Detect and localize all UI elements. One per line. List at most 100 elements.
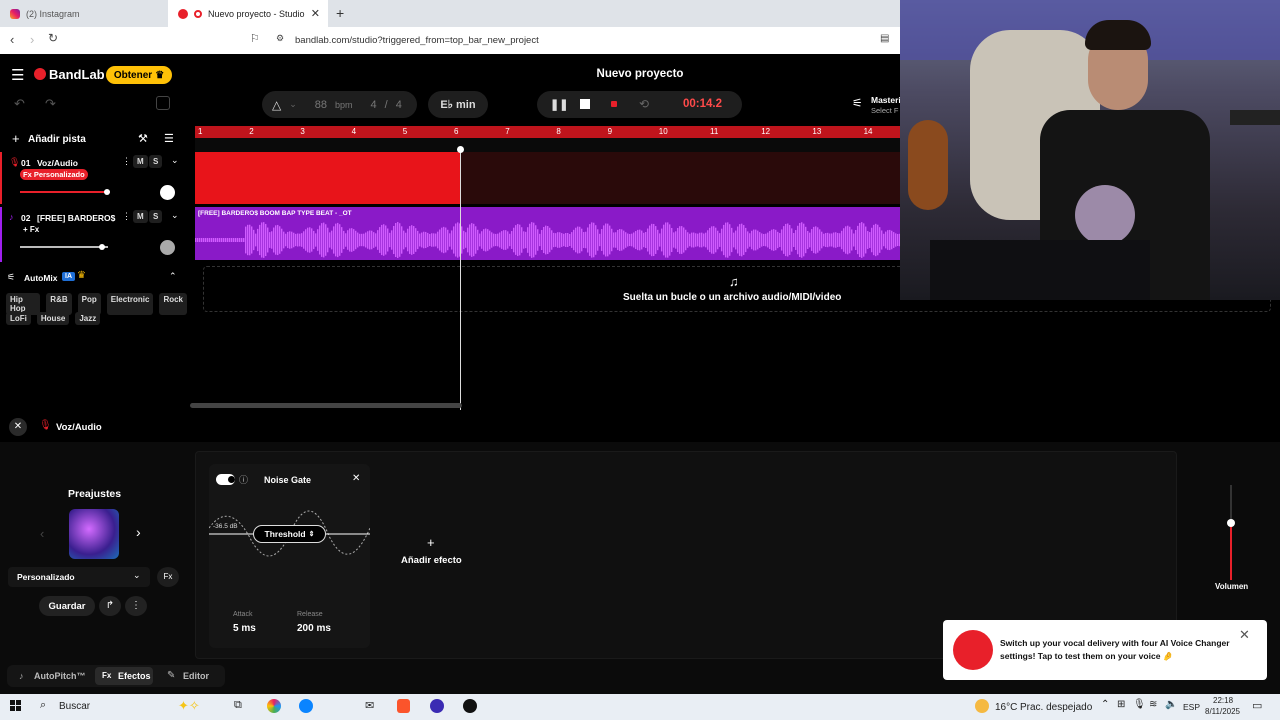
new-tab-button[interactable]: + (336, 5, 344, 21)
record-icon[interactable] (611, 101, 617, 107)
app-icon[interactable] (430, 699, 444, 713)
fx-off-icon[interactable]: Fx (157, 567, 179, 587)
volume-handle[interactable] (99, 244, 105, 250)
tab-studio[interactable]: Nuevo proyecto - Studio ✕ (168, 0, 328, 27)
info-icon[interactable]: ⓘ (239, 473, 248, 486)
bandlab-taskbar-icon[interactable] (463, 699, 477, 713)
release-value[interactable]: 200 ms (297, 623, 331, 634)
add-effect-icon[interactable]: + (427, 535, 435, 550)
close-icon[interactable]: ✕ (1239, 627, 1250, 643)
windows-start-icon[interactable] (10, 700, 21, 711)
task-view-icon[interactable]: ⧉ (234, 699, 242, 712)
volume-icon[interactable]: 🔈 (1165, 699, 1177, 710)
clock-date[interactable]: 8/11/2025 (1205, 707, 1240, 716)
reader-icon[interactable]: ▤ (880, 33, 889, 44)
track-name[interactable]: Voz/Audio (37, 158, 78, 168)
add-icon[interactable]: + (12, 131, 20, 146)
notifications-icon[interactable]: ▭ (1252, 699, 1262, 712)
chevron-up-icon[interactable]: ⌃ (169, 271, 177, 282)
playhead[interactable] (460, 148, 461, 410)
time-sig-den[interactable]: 4 (396, 99, 402, 111)
genre-chip[interactable]: Jazz (75, 312, 101, 325)
mute-button[interactable]: M (133, 155, 148, 168)
mixer-icon[interactable]: ☰ (164, 132, 174, 145)
volume-slider[interactable] (20, 246, 108, 248)
horizontal-scrollbar[interactable] (190, 403, 462, 408)
pan-knob[interactable] (160, 240, 175, 255)
tab-autopitch[interactable]: AutoPitch™ (34, 671, 86, 681)
pause-icon[interactable]: ❚❚ (550, 98, 568, 111)
reload-icon[interactable]: ↻ (48, 31, 58, 45)
genre-chip[interactable]: House (36, 312, 70, 325)
close-tab-icon[interactable]: ✕ (311, 7, 320, 20)
mic-icon[interactable]: 🎙 (1133, 699, 1146, 710)
back-icon[interactable]: ‹ (10, 32, 14, 47)
forward-icon[interactable]: › (30, 32, 34, 47)
tab-effects[interactable]: Efectos (118, 671, 151, 681)
tab-editor[interactable]: Editor (183, 671, 209, 681)
undo-icon[interactable]: ↶ (14, 96, 25, 112)
more-icon[interactable]: ⋮ (122, 156, 131, 167)
mute-button[interactable]: M (133, 210, 148, 223)
add-fx-button[interactable]: + Fx (23, 225, 39, 234)
library-icon[interactable] (156, 96, 170, 110)
language[interactable]: ESP (1183, 702, 1200, 712)
solo-button[interactable]: S (149, 155, 163, 168)
chevron-up-icon[interactable]: ⌃ (1101, 699, 1109, 710)
volume-slider[interactable] (20, 191, 110, 193)
taskbar-search[interactable]: Buscar (59, 701, 90, 712)
network-icon[interactable]: ⊞ (1117, 699, 1125, 710)
genre-chip[interactable]: Electronic (106, 293, 154, 315)
wifi-icon[interactable]: ≋ (1149, 699, 1157, 710)
menu-icon[interactable]: ☰ (11, 66, 24, 84)
close-icon[interactable]: ✕ (352, 473, 360, 484)
mastering-icon[interactable]: ⚟ (852, 96, 863, 110)
project-title[interactable]: Nuevo proyecto (560, 68, 720, 80)
time-sig-num[interactable]: 4 (371, 99, 377, 111)
playhead-handle[interactable] (457, 146, 464, 153)
clip-beat[interactable]: [FREE] BARDERO$ BOOM BAP TYPE BEAT - _OT (195, 207, 900, 260)
automix-label[interactable]: AutoMix (24, 273, 58, 283)
threshold-control[interactable]: Threshold ⇕ (253, 525, 326, 543)
stop-icon[interactable] (580, 99, 590, 109)
weather-desc[interactable]: Prac. despejado (1020, 702, 1092, 713)
url-text[interactable]: bandlab.com/studio?triggered_from=top_ba… (295, 35, 539, 46)
share-icon[interactable]: ↱ (99, 596, 121, 616)
chevron-left-icon[interactable]: ‹ (40, 526, 44, 541)
save-button[interactable]: Guardar (39, 596, 95, 616)
clock-time[interactable]: 22:18 (1213, 696, 1233, 705)
chevron-down-icon[interactable]: ⌄ (289, 99, 297, 110)
more-icon[interactable]: ⋮ (125, 596, 147, 616)
track-header-2[interactable]: ♪ 02 [FREE] BARDERO$ ... ⋮ M S ⌄ + Fx (0, 207, 185, 262)
genre-chip[interactable]: Rock (159, 293, 187, 315)
track-1-empty-lane[interactable] (461, 152, 900, 204)
track-name[interactable]: [FREE] BARDERO$ ... (37, 213, 117, 223)
chevron-down-icon[interactable]: ⌄ (171, 155, 179, 166)
search-icon[interactable]: ⌕ (40, 699, 46, 712)
obtener-button[interactable]: Obtener ♛ (106, 66, 172, 84)
add-track-button[interactable]: Añadir pista (28, 134, 86, 145)
close-icon[interactable]: ✕ (9, 418, 27, 436)
redo-icon[interactable]: ↷ (45, 96, 56, 112)
genre-chip[interactable]: LoFi (6, 312, 31, 325)
weather-temp[interactable]: 16°C (995, 702, 1017, 713)
clip-voz[interactable] (195, 152, 461, 204)
volume-fader-handle[interactable] (1227, 519, 1235, 527)
tools-icon[interactable]: ⚒ (138, 132, 148, 145)
tab-instagram[interactable]: (2) Instagram (0, 0, 165, 27)
copilot-icon[interactable] (267, 699, 281, 713)
loop-icon[interactable]: ⟲ (639, 97, 649, 111)
attack-value[interactable]: 5 ms (233, 623, 256, 634)
add-effect-button[interactable]: Añadir efecto (401, 555, 462, 566)
site-settings-icon[interactable]: ⚙ (276, 33, 284, 44)
more-icon[interactable]: ⋮ (122, 211, 131, 222)
fx-badge[interactable]: Fx Personalizado (20, 169, 88, 180)
preset-select[interactable]: Personalizado ⌄ (8, 567, 150, 587)
brave-icon[interactable] (397, 699, 410, 713)
pan-knob[interactable] (160, 185, 175, 200)
bookmark-icon[interactable]: ⚐ (250, 32, 260, 45)
chevron-down-icon[interactable]: ⌄ (171, 210, 179, 221)
track-header-1[interactable]: 🎙 01 Voz/Audio ⋮ M S ⌄ Fx Personalizado (0, 152, 185, 204)
volume-handle[interactable] (104, 189, 110, 195)
timeline-ruler[interactable]: 1 2 3 4 5 6 7 8 9 10 11 12 13 14 (195, 126, 900, 138)
